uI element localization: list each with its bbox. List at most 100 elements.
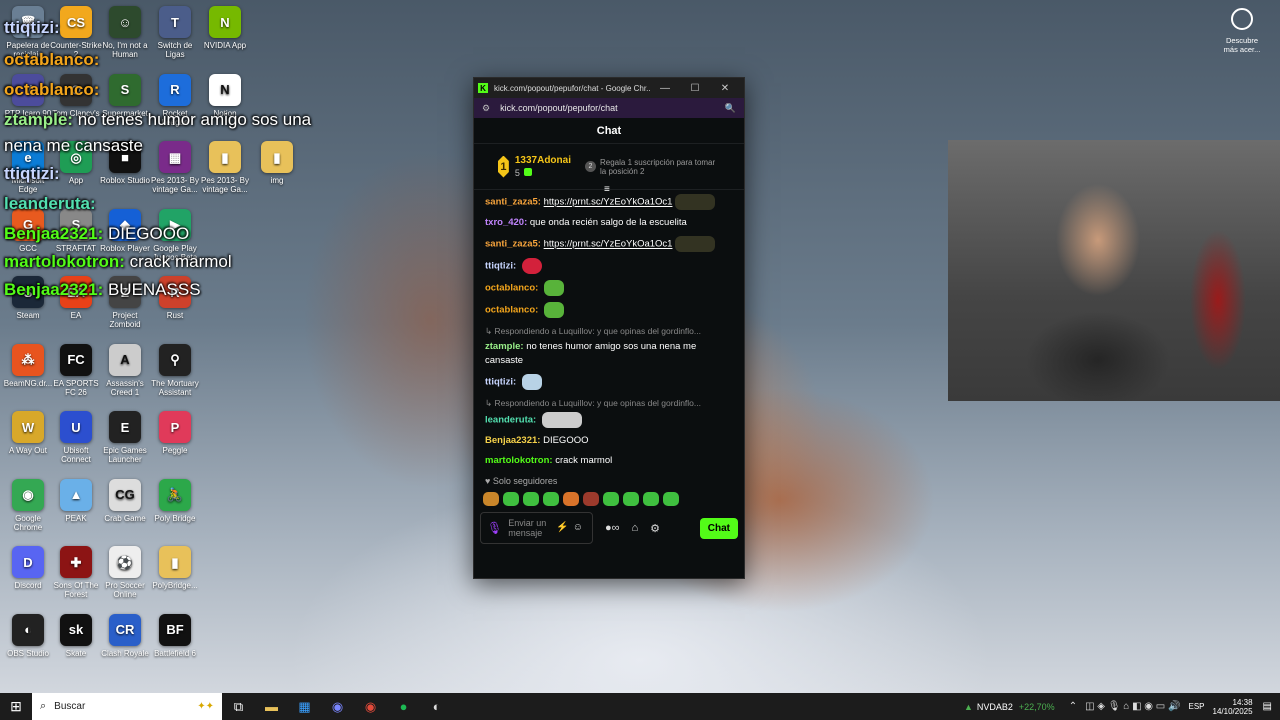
tray-icons[interactable]: ◫ ◈ 🎙 ⌂ ◧ ◉ ▭ 🔊 [1085,701,1180,712]
app-icon: ✚ [60,546,92,578]
store-icon[interactable]: ⌂ [632,522,639,534]
overlay-chat-line: leanderuta: [4,194,96,214]
file-explorer-icon[interactable]: ▬ [255,699,288,714]
emote-button[interactable] [663,492,679,506]
chat-username[interactable]: ttiqtizi: [485,261,519,272]
app-label: PEAK [65,513,87,523]
close-icon[interactable]: ✕ [710,83,740,94]
app-icon: ⚲ [159,343,191,376]
stock-name: NVDAB2 [976,701,1013,712]
chat-username[interactable]: octablanco: [485,305,541,316]
position-number: 2 [585,161,596,172]
minimize-icon[interactable]: — [650,83,680,94]
desktop-shortcut[interactable]: ▲ PEAK [50,478,102,523]
chat-username[interactable]: octablanco: [485,283,541,294]
kick-emote-icon[interactable]: ⚡ [556,523,568,533]
chat-username[interactable]: ztample: [485,341,526,352]
desktop-shortcut[interactable]: N NVIDIA App [199,6,251,50]
chat-link[interactable]: https://prnt.sc/YzEoYkOa1Oc1 [544,239,673,250]
chat-username[interactable]: leanderuta: [485,415,539,426]
desktop-shortcut[interactable]: CR Clash Royale [99,613,151,658]
emoji-icon[interactable]: ☺ [573,523,583,533]
chat-username[interactable]: ttiqtizi: [485,377,519,388]
discover-icon-shortcut[interactable]: Descubre más acer... [1220,8,1264,54]
maximize-icon[interactable]: ☐ [680,83,710,94]
tray-chevron-icon[interactable]: ⌃ [1069,701,1077,712]
emote-button[interactable] [583,492,599,506]
desktop-shortcut[interactable]: D Discord [2,546,54,590]
app-label: Discord [14,581,42,590]
emote-button[interactable] [543,492,559,506]
desktop-shortcut[interactable]: sk Skate [50,613,102,658]
app-label: Switch de Ligas [157,41,193,59]
chat-username[interactable]: santi_zaza5: [485,239,544,250]
app-label: Assassin's Creed 1 [106,378,144,397]
send-chat-button[interactable]: Chat [699,517,738,539]
chat-messages: santi_zaza5: https://prnt.sc/YzEoYkOa1Oc… [474,190,744,468]
desktop-shortcut[interactable]: ☺ No, I'm not a Human [99,6,151,59]
desktop-shortcut[interactable]: ▮ PolyBridge... [149,546,201,590]
emote-button[interactable] [563,492,579,506]
settings-gear-icon[interactable]: ⚙ [650,522,660,535]
desktop-shortcut[interactable]: ✚ Sons Of The Forest [50,546,102,599]
address-bar[interactable]: ⚙ kick.com/popout/pepufor/chat 🔍 [474,98,744,118]
app-label: Rust [166,311,184,320]
desktop-shortcut[interactable]: T Switch de Ligas [149,6,201,59]
emote-button[interactable] [623,492,639,506]
emote-button[interactable] [483,492,499,506]
spotify-taskbar-icon[interactable]: ● [387,699,420,714]
desktop-shortcut[interactable]: E Epic Games Launcher [99,411,151,464]
desktop-shortcut[interactable]: FC EA SPORTS FC 26 [50,343,102,397]
taskbar-search[interactable]: ⌕ Buscar ✦✦ [32,693,222,720]
language-indicator[interactable]: ESP [1188,702,1204,711]
discord-taskbar-icon[interactable]: ◉ [321,699,354,715]
chat-username[interactable]: txro_420: [485,217,530,228]
chat-username[interactable]: Benjaa2321: [485,435,543,446]
microphone-icon[interactable]: 🎙 [487,522,502,534]
desktop-shortcut[interactable]: ⚲ The Mortuary Assistant [149,343,201,397]
clock-date: 14/10/2025 [1212,706,1253,716]
desktop-shortcut[interactable]: ▮ Pes 2013- By vintage Ga... [199,141,251,194]
desktop-shortcut[interactable]: 🚴 Poly Bridge [149,478,201,523]
desktop-shortcut[interactable]: BF Battlefield 6 [149,613,201,658]
stock-trend-icon: ▲ [963,701,973,712]
leader-name[interactable]: 1337Adonai [515,155,571,166]
desktop-shortcut[interactable]: ▦ Pes 2013- By vintage Ga... [149,141,201,194]
obs-taskbar-icon[interactable]: ◐ [420,699,453,714]
desktop-shortcut[interactable]: CG Crab Game [99,478,151,523]
chat-username[interactable]: santi_zaza5: [485,197,544,208]
desktop-shortcut[interactable]: ⁂ BeamNG.dr... [2,343,54,388]
chat-message: txro_420: que onda recién salgo de la es… [485,216,733,230]
gift-sub-prompt[interactable]: 2 Regala 1 suscripción para tomar la pos… [585,158,720,176]
emote-button[interactable] [603,492,619,506]
desktop-shortcut[interactable]: ◉ Google Chrome [2,478,54,532]
desktop-shortcut[interactable]: W A Way Out [2,411,54,455]
desktop-shortcut[interactable]: ◐ OBS Studio [2,613,54,658]
reply-context[interactable]: ↳ Respondiendo a Luquillov: y que opinas… [485,324,733,338]
zoom-icon[interactable]: 🔍 [725,103,736,114]
stock-widget[interactable]: ▲ NVDAB2 +22,70% [964,702,1055,712]
chat-text: que onda recién salgo de la escuelita [529,217,687,228]
url-text[interactable]: kick.com/popout/pepufor/chat [500,103,725,113]
desktop-shortcut[interactable]: ▮ img [251,141,303,185]
desktop-shortcut[interactable]: A Assassin's Creed 1 [99,343,151,397]
chat-username[interactable]: martolokotron: [485,455,555,466]
scroll-down-icon[interactable]: ≡ [604,184,610,195]
windows-start-icon[interactable]: ⊞ [0,698,32,715]
desktop-shortcut[interactable]: U Ubisoft Connect [50,411,102,464]
chat-input[interactable]: 🎙 Enviar un mensaje ⚡ ☺ [480,512,593,544]
site-settings-icon[interactable]: ⚙ [482,103,490,114]
emote-button[interactable] [523,492,539,506]
clock[interactable]: 14:38 14/10/2025 [1213,698,1253,716]
desktop-shortcut[interactable]: P Peggle [149,411,201,455]
chat-link[interactable]: https://prnt.sc/YzEoYkOa1Oc1 [544,197,673,208]
task-view-icon[interactable]: ⧉ [222,699,255,715]
emote-button[interactable] [503,492,519,506]
desktop-shortcut[interactable]: ⚽ Pro Soccer Online [99,546,151,599]
emote-button[interactable] [643,492,659,506]
points-icon[interactable]: ●∞ [605,522,620,534]
ms-store-icon[interactable]: ▦ [288,699,321,715]
notification-icon[interactable]: ▤ [1263,701,1272,712]
chrome-taskbar-icon[interactable]: ◉ [354,699,387,715]
reply-context[interactable]: ↳ Respondiendo a Luquillov: y que opinas… [485,396,733,410]
